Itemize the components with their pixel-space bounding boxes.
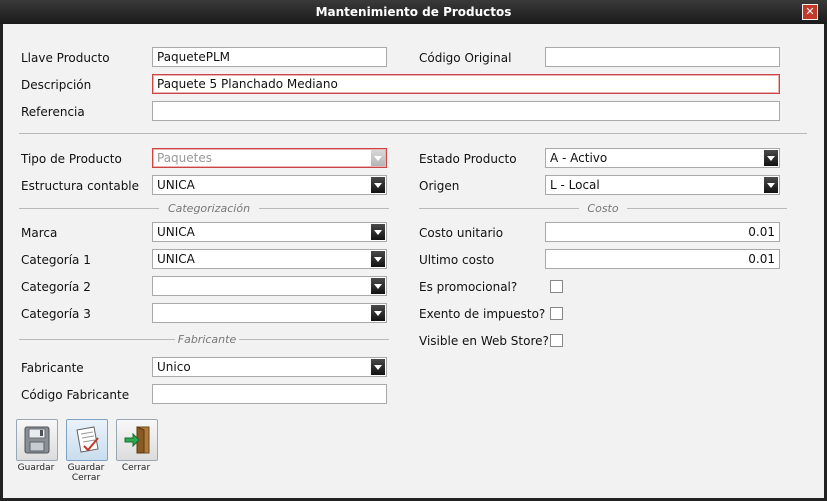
close-icon[interactable]: ✕ bbox=[802, 4, 818, 20]
section-line bbox=[259, 208, 389, 209]
chevron-down-icon bbox=[371, 305, 385, 321]
tipo-producto-select[interactable]: Paquetes bbox=[152, 148, 387, 168]
fabricante-select[interactable]: Unico bbox=[152, 357, 387, 377]
costo-unitario-input[interactable]: 0.01 bbox=[545, 222, 780, 242]
tipo-producto-value: Paquetes bbox=[157, 151, 212, 165]
llave-producto-label: Llave Producto bbox=[21, 51, 110, 65]
fabricante-value: Unico bbox=[157, 360, 191, 374]
referencia-label: Referencia bbox=[21, 105, 85, 119]
guardar-cerrar-label: Guardar Cerrar bbox=[64, 463, 108, 483]
chevron-down-icon bbox=[371, 177, 385, 193]
guardar-cerrar-label-line2: Cerrar bbox=[71, 473, 101, 483]
cerrar-label: Cerrar bbox=[121, 463, 151, 473]
section-line bbox=[19, 208, 159, 209]
cerrar-button[interactable] bbox=[116, 419, 158, 461]
exento-impuesto-label: Exento de impuesto? bbox=[419, 307, 546, 321]
document-save-icon bbox=[76, 426, 99, 453]
marca-value: UNICA bbox=[157, 225, 195, 239]
visible-web-checkbox[interactable] bbox=[550, 334, 563, 347]
estado-producto-value: A - Activo bbox=[550, 151, 608, 165]
form-panel: Llave Producto PaquetePLM Código Origina… bbox=[3, 24, 824, 498]
es-promocional-label: Es promocional? bbox=[419, 280, 518, 294]
section-line bbox=[419, 208, 579, 209]
marca-select[interactable]: UNICA bbox=[152, 222, 387, 242]
tipo-producto-label: Tipo de Producto bbox=[21, 152, 122, 166]
chevron-down-icon bbox=[371, 359, 385, 375]
guardar-cerrar-button[interactable] bbox=[66, 419, 108, 461]
codigo-fabricante-input[interactable] bbox=[152, 384, 387, 404]
codigo-fabricante-label: Código Fabricante bbox=[21, 388, 130, 402]
chevron-down-icon bbox=[764, 150, 778, 166]
divider bbox=[19, 133, 807, 134]
categoria1-select[interactable]: UNICA bbox=[152, 249, 387, 269]
descripcion-input[interactable]: Paquete 5 Planchado Mediano bbox=[152, 74, 780, 94]
origen-select[interactable]: L - Local bbox=[545, 175, 780, 195]
descripcion-label: Descripción bbox=[21, 78, 92, 92]
estado-producto-label: Estado Producto bbox=[419, 152, 517, 166]
categoria3-label: Categoría 3 bbox=[21, 307, 91, 321]
window-title: Mantenimiento de Productos bbox=[315, 5, 512, 19]
chevron-down-icon bbox=[371, 224, 385, 240]
ultimo-costo-input[interactable]: 0.01 bbox=[545, 249, 780, 269]
referencia-input[interactable] bbox=[152, 101, 780, 121]
costo-section-title: Costo bbox=[587, 202, 619, 215]
visible-web-label: Visible en Web Store? bbox=[419, 334, 549, 348]
codigo-original-input[interactable] bbox=[545, 47, 780, 67]
fabricante-section-title: Fabricante bbox=[177, 333, 237, 346]
window-titlebar: Mantenimiento de Productos ✕ bbox=[0, 0, 827, 24]
estructura-contable-value: UNICA bbox=[157, 178, 195, 192]
door-exit-icon bbox=[124, 426, 150, 454]
categoria1-value: UNICA bbox=[157, 252, 195, 266]
estructura-contable-label: Estructura contable bbox=[21, 179, 140, 193]
estructura-contable-select[interactable]: UNICA bbox=[152, 175, 387, 195]
costo-unitario-label: Costo unitario bbox=[419, 226, 504, 240]
origen-value: L - Local bbox=[550, 178, 600, 192]
section-line bbox=[627, 208, 787, 209]
categorizacion-section-title: Categorización bbox=[167, 202, 251, 215]
guardar-button[interactable] bbox=[16, 419, 58, 461]
chevron-down-icon bbox=[371, 251, 385, 267]
chevron-down-icon bbox=[371, 150, 385, 166]
guardar-label: Guardar bbox=[17, 463, 55, 473]
marca-label: Marca bbox=[21, 226, 58, 240]
llave-producto-input[interactable]: PaquetePLM bbox=[152, 47, 387, 67]
origen-label: Origen bbox=[419, 179, 460, 193]
chevron-down-icon bbox=[371, 278, 385, 294]
chevron-down-icon bbox=[764, 177, 778, 193]
exento-impuesto-checkbox[interactable] bbox=[550, 307, 563, 320]
section-line bbox=[239, 339, 389, 340]
floppy-disk-icon bbox=[24, 426, 50, 454]
guardar-cerrar-label-line1: Guardar bbox=[67, 463, 105, 473]
fabricante-label: Fabricante bbox=[21, 361, 84, 375]
categoria2-label: Categoría 2 bbox=[21, 280, 91, 294]
ultimo-costo-label: Ultimo costo bbox=[419, 253, 495, 267]
section-line bbox=[19, 339, 175, 340]
categoria2-select[interactable] bbox=[152, 276, 387, 296]
es-promocional-checkbox[interactable] bbox=[550, 280, 563, 293]
categoria3-select[interactable] bbox=[152, 303, 387, 323]
estado-producto-select[interactable]: A - Activo bbox=[545, 148, 780, 168]
codigo-original-label: Código Original bbox=[419, 51, 512, 65]
categoria1-label: Categoría 1 bbox=[21, 253, 91, 267]
